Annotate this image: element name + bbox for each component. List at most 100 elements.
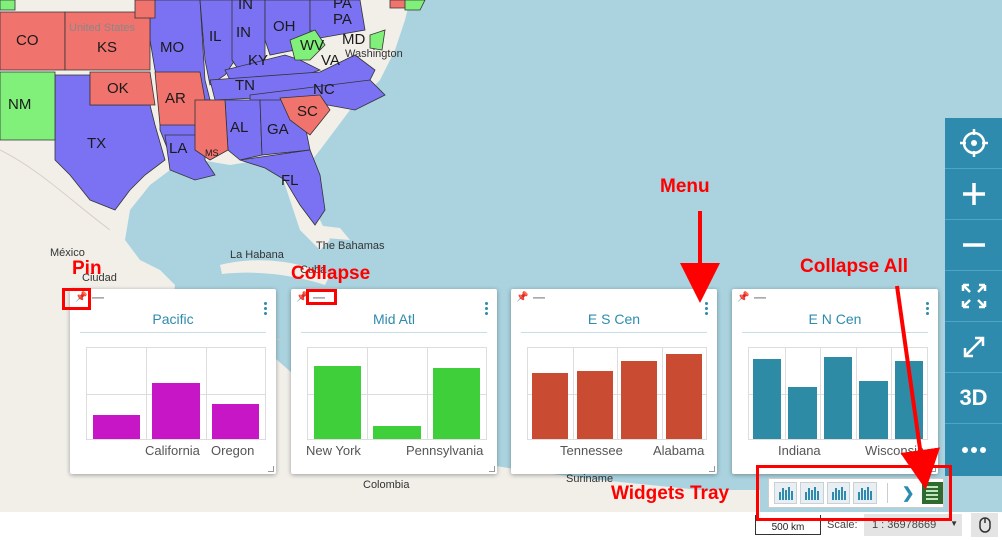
state-label-ga: GA bbox=[267, 121, 289, 138]
divider bbox=[521, 332, 707, 333]
bar bbox=[152, 382, 200, 439]
bar bbox=[432, 368, 481, 439]
annotation-collapse-label: Collapse bbox=[291, 263, 371, 284]
divider bbox=[742, 332, 928, 333]
fullscreen-button[interactable] bbox=[945, 322, 1002, 373]
tick-label: Pennsylvania bbox=[406, 443, 484, 458]
more-button[interactable] bbox=[945, 424, 1002, 475]
state-label-la: LA bbox=[169, 140, 188, 157]
state-label-oh: OH bbox=[273, 18, 296, 35]
annotation-pin-label: Pin bbox=[72, 258, 102, 279]
tick-label: New York bbox=[306, 443, 361, 458]
state-label-al: AL bbox=[230, 119, 249, 136]
state-label-va: VA bbox=[321, 52, 340, 69]
widget-pacific[interactable]: 📌 — Pacific California Oregon bbox=[70, 289, 276, 474]
collapse-icon[interactable]: — bbox=[754, 290, 766, 304]
pin-icon[interactable]: 📌 bbox=[516, 292, 528, 303]
plus-icon bbox=[962, 183, 985, 205]
annotation-collapse-box bbox=[306, 289, 337, 305]
state-label-tn: TN bbox=[235, 77, 255, 94]
bar bbox=[576, 370, 613, 439]
annotation-tray-label: Widgets Tray bbox=[611, 483, 730, 504]
mouse-position-button[interactable] bbox=[971, 513, 998, 537]
tick-label: Tennessee bbox=[560, 443, 623, 458]
bar bbox=[92, 415, 141, 439]
bar bbox=[532, 372, 569, 439]
mouse-icon bbox=[978, 517, 991, 533]
annotation-collapse-all-label: Collapse All bbox=[800, 256, 909, 277]
widget-title: Pacific bbox=[152, 311, 194, 327]
divider bbox=[80, 332, 266, 333]
collapse-icon[interactable]: — bbox=[533, 290, 545, 304]
expand-arrows-icon bbox=[961, 283, 986, 309]
diagonal-arrows-icon bbox=[963, 336, 984, 358]
state-label-ms: MS bbox=[205, 148, 219, 158]
bar bbox=[894, 360, 924, 439]
place-label-washington: Washington bbox=[345, 48, 403, 60]
state-label-co: CO bbox=[16, 32, 39, 49]
3d-label: 3D bbox=[959, 385, 988, 410]
bar bbox=[752, 358, 782, 439]
bar bbox=[788, 387, 817, 439]
bar-chart bbox=[527, 347, 707, 440]
tick-label: Wisconsin bbox=[865, 443, 925, 458]
state-label-fl: FL bbox=[281, 172, 299, 189]
zoom-in-button[interactable] bbox=[945, 169, 1002, 220]
place-label-bahamas: The Bahamas bbox=[316, 240, 385, 252]
state-label-il: IL bbox=[209, 28, 222, 45]
place-label-suriname: Suriname bbox=[566, 473, 614, 485]
state-label-ks: KS bbox=[97, 39, 118, 56]
bar bbox=[665, 354, 702, 439]
annotation-menu-label: Menu bbox=[660, 176, 710, 197]
place-label-colombia: Colombia bbox=[363, 479, 410, 491]
annotation-pin-box bbox=[62, 288, 91, 310]
bar bbox=[373, 426, 421, 439]
bar bbox=[823, 357, 853, 439]
zoom-extent-button[interactable] bbox=[945, 271, 1002, 322]
map-toolbar: 3D bbox=[945, 118, 1002, 476]
place-label-havana: La Habana bbox=[230, 249, 284, 261]
tick-label: Indiana bbox=[778, 443, 821, 458]
state-label-in-top: IN bbox=[238, 0, 253, 13]
state-label-md: MD bbox=[342, 31, 366, 48]
bar bbox=[621, 360, 658, 439]
widget-title: E N Cen bbox=[808, 311, 862, 327]
state-label-nm: NM bbox=[8, 96, 32, 113]
tick-label: Oregon bbox=[211, 443, 255, 458]
tick-label: Alabama bbox=[653, 443, 705, 458]
state-label-pa: PA bbox=[333, 11, 352, 28]
resize-handle[interactable] bbox=[268, 466, 274, 472]
state-label-in: IN bbox=[236, 24, 251, 41]
resize-handle[interactable] bbox=[489, 466, 495, 472]
divider bbox=[301, 332, 487, 333]
state-label-tx: TX bbox=[87, 135, 107, 152]
state-label-nc: NC bbox=[313, 81, 335, 98]
state-label-sc: SC bbox=[297, 103, 318, 120]
place-label-us: United States bbox=[69, 22, 136, 34]
widget-title: Mid Atl bbox=[372, 311, 415, 327]
widget-es-cen[interactable]: 📌 — E S Cen Tennessee Alabama bbox=[511, 289, 717, 474]
collapse-icon[interactable]: — bbox=[92, 290, 104, 304]
crosshair-icon bbox=[959, 129, 988, 157]
bar-chart bbox=[307, 347, 487, 440]
bar-chart bbox=[86, 347, 266, 440]
state-label-mo: MO bbox=[160, 39, 185, 56]
widget-en-cen[interactable]: 📌 — E N Cen Indiana Wisconsin bbox=[732, 289, 938, 474]
state-label-ar: AR bbox=[165, 90, 186, 107]
state-label-ky: KY bbox=[248, 52, 269, 69]
widget-mid-atl[interactable]: 📌 — Mid Atl New York Pennsylvania bbox=[291, 289, 497, 474]
locate-button[interactable] bbox=[945, 118, 1002, 169]
3d-button[interactable]: 3D bbox=[945, 373, 1002, 424]
bar bbox=[859, 380, 888, 439]
ellipsis-icon bbox=[961, 446, 986, 453]
state-label-ok: OK bbox=[107, 80, 129, 97]
zoom-out-button[interactable] bbox=[945, 220, 1002, 271]
bar bbox=[211, 404, 260, 439]
resize-handle[interactable] bbox=[709, 466, 715, 472]
pin-icon[interactable]: 📌 bbox=[737, 292, 749, 303]
annotation-tray-box bbox=[756, 465, 952, 521]
minus-icon bbox=[962, 243, 985, 247]
bar bbox=[313, 366, 362, 439]
tick-label: California bbox=[145, 443, 200, 458]
bar-chart bbox=[748, 347, 928, 440]
